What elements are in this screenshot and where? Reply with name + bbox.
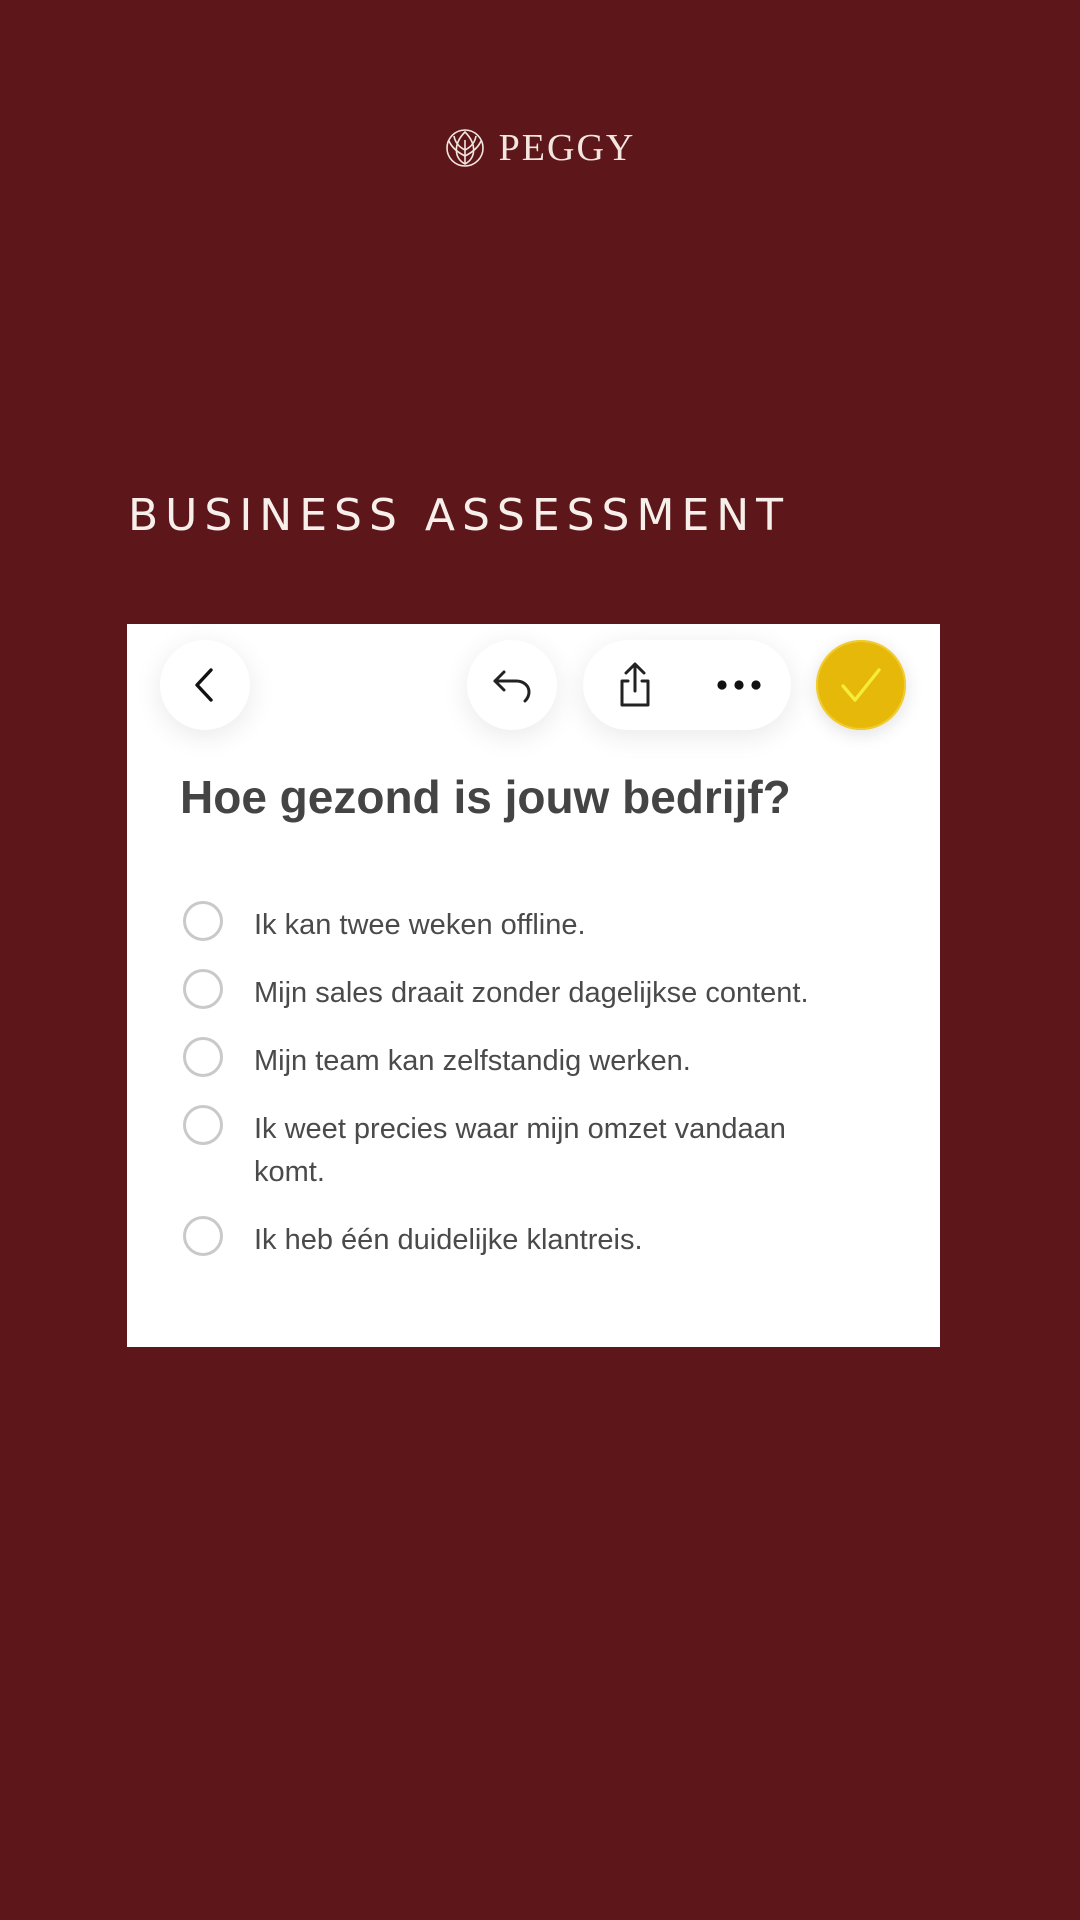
done-button[interactable] xyxy=(816,640,906,730)
share-button[interactable] xyxy=(583,640,687,730)
chevron-left-icon xyxy=(195,668,213,702)
page-headline: BUSINESS ASSESSMENT xyxy=(128,490,791,541)
back-button[interactable] xyxy=(160,640,250,730)
brand-name: PEGGY xyxy=(498,127,636,169)
ellipsis-icon xyxy=(717,680,761,690)
actions-pill xyxy=(583,640,791,730)
option-item[interactable]: Mijn sales draait zonder dagelijkse cont… xyxy=(127,969,940,1015)
radio-button[interactable] xyxy=(183,901,223,941)
question-title: Hoe gezond is jouw bedrijf? xyxy=(180,771,791,823)
option-label: Mijn team kan zelfstandig werken. xyxy=(254,1045,691,1077)
options-list: Ik kan twee weken offline. Mijn sales dr… xyxy=(127,901,940,1287)
radio-button[interactable] xyxy=(183,969,223,1009)
radio-button[interactable] xyxy=(183,1037,223,1077)
more-options-button[interactable] xyxy=(687,640,791,730)
brand-logo: PEGGY xyxy=(0,128,1080,168)
option-label: Mijn sales draait zonder dagelijkse cont… xyxy=(254,977,809,1009)
option-item[interactable]: Ik heb één duidelijke klantreis. xyxy=(127,1216,940,1262)
checkmark-icon xyxy=(841,668,881,702)
option-label: Ik weet precies waar mijn omzet vandaan … xyxy=(254,1113,786,1188)
peggy-emblem-icon xyxy=(445,129,484,167)
undo-button[interactable] xyxy=(467,640,557,730)
option-item[interactable]: Mijn team kan zelfstandig werken. xyxy=(127,1037,940,1083)
option-label: Ik kan twee weken offline. xyxy=(254,909,586,941)
share-icon xyxy=(620,662,650,707)
option-item[interactable]: Ik weet precies waar mijn omzet vandaan … xyxy=(127,1105,940,1194)
option-item[interactable]: Ik kan twee weken offline. xyxy=(127,901,940,947)
option-label: Ik heb één duidelijke klantreis. xyxy=(254,1224,643,1256)
radio-button[interactable] xyxy=(183,1105,223,1145)
radio-button[interactable] xyxy=(183,1216,223,1256)
undo-arrow-icon xyxy=(493,670,531,703)
assessment-card: Hoe gezond is jouw bedrijf? Ik kan twee … xyxy=(127,624,940,1347)
